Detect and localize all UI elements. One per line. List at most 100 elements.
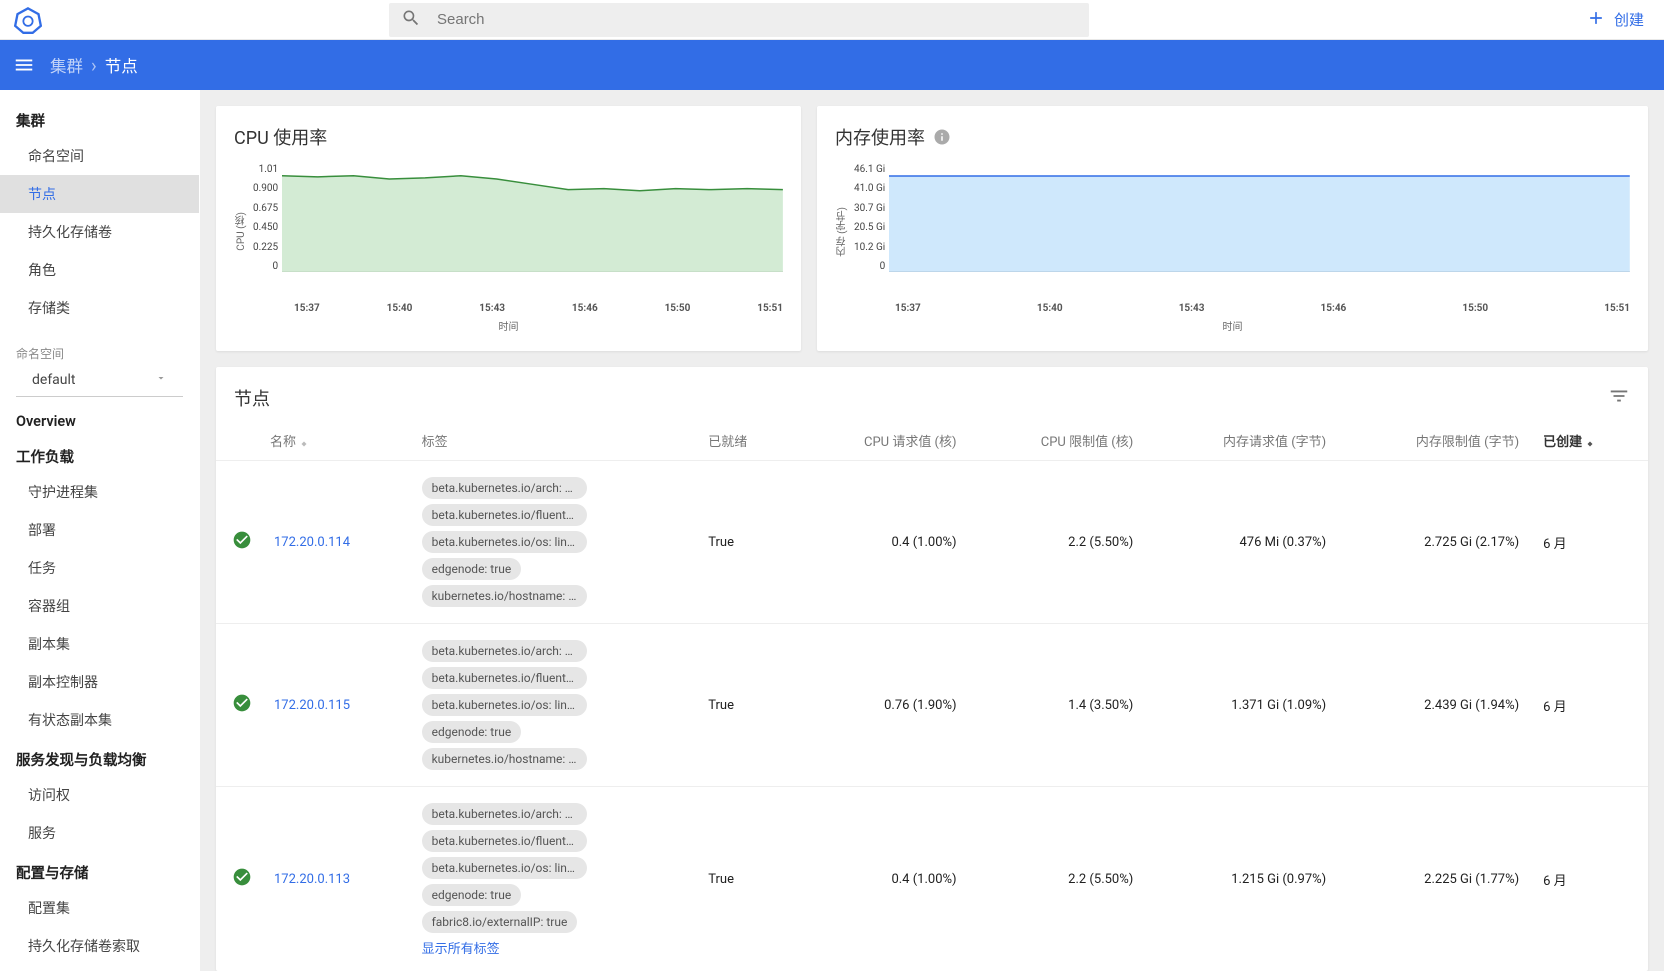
info-icon[interactable] [933,128,951,146]
table-row: 172.20.0.113 beta.kubernetes.io/arch: a..… [216,787,1648,971]
memory-y-axis-title: 内存 (字节) [835,207,850,256]
node-link[interactable]: 172.20.0.115 [274,698,350,713]
col-ready[interactable]: 已就绪 [696,421,792,461]
create-button[interactable]: 创建 [1578,2,1652,38]
sidebar-item[interactable]: 存储类 [0,289,199,327]
breadcrumb-cluster[interactable]: 集群 [50,53,83,77]
sidebar-item[interactable]: 保密字典 [0,965,199,971]
sidebar-item[interactable]: 容器组 [0,587,199,625]
col-cpu-req[interactable]: CPU 请求值 (核) [792,421,969,461]
label-chip: beta.kubernetes.io/os: linux [422,694,587,716]
sidebar-item[interactable]: 配置集 [0,889,199,927]
cpu-lim-cell: 2.2 (5.50%) [969,787,1146,971]
cpu-chart-card: CPU 使用率 CPU (核) 1.010.9000.6750.4500.225… [216,106,801,351]
mem-lim-cell: 2.439 Gi (1.94%) [1338,624,1531,787]
node-link[interactable]: 172.20.0.113 [274,872,350,887]
nodes-title: 节点 [234,385,1608,411]
search-icon [401,8,421,32]
cpu-req-cell: 0.4 (1.00%) [792,787,969,971]
ready-cell: True [696,624,792,787]
sidebar-heading-overview[interactable]: Overview [0,403,199,436]
mem-req-cell: 1.215 Gi (0.97%) [1145,787,1338,971]
label-chip: edgenode: true [422,884,522,906]
subheader: 集群 › 节点 [0,40,1664,90]
namespace-label: 命名空间 [0,327,199,364]
label-chip: beta.kubernetes.io/arch: a... [422,640,587,662]
sidebar-item[interactable]: 持久化存储卷 [0,213,199,251]
sidebar-item[interactable]: 部署 [0,511,199,549]
sidebar-item[interactable]: 副本集 [0,625,199,663]
col-mem-req[interactable]: 内存请求值 (字节) [1145,421,1338,461]
sidebar-item[interactable]: 任务 [0,549,199,587]
sort-icon [298,437,310,449]
memory-x-axis-title: 时间 [835,318,1630,333]
sidebar-item[interactable]: 有状态副本集 [0,701,199,739]
sidebar-item[interactable]: 角色 [0,251,199,289]
filter-icon[interactable] [1608,385,1630,411]
sidebar: 集群 命名空间节点持久化存储卷角色存储类 命名空间 default Overvi… [0,90,200,971]
plus-icon [1586,8,1606,32]
label-chip: edgenode: true [422,558,522,580]
label-chip: fabric8.io/externalIP: true [422,911,578,933]
cpu-chart-title: CPU 使用率 [234,124,783,150]
col-created[interactable]: 已创建 [1531,421,1648,461]
status-ok-icon [232,867,252,887]
show-all-labels-link[interactable]: 显示所有标签 [422,938,500,957]
memory-chart-title: 内存使用率 [835,124,925,150]
dropdown-icon [155,372,167,388]
node-link[interactable]: 172.20.0.114 [274,535,350,550]
cpu-lim-cell: 2.2 (5.50%) [969,461,1146,624]
col-name[interactable]: 名称 [270,421,410,461]
label-chip: beta.kubernetes.io/fluentd... [422,830,587,852]
mem-lim-cell: 2.225 Gi (1.77%) [1338,787,1531,971]
memory-chart-card: 内存使用率 内存 (字节) 46.1 Gi41.0 Gi30.7 Gi20.5 … [817,106,1648,351]
label-chip: beta.kubernetes.io/arch: a... [422,803,587,825]
sidebar-item[interactable]: 访问权 [0,776,199,814]
created-cell: 6 月 [1531,624,1648,787]
kubernetes-logo-icon[interactable] [12,4,44,36]
cpu-req-cell: 0.4 (1.00%) [792,461,969,624]
sidebar-heading-config[interactable]: 配置与存储 [0,852,199,889]
sidebar-item[interactable]: 守护进程集 [0,473,199,511]
col-cpu-lim[interactable]: CPU 限制值 (核) [969,421,1146,461]
mem-req-cell: 476 Mi (0.37%) [1145,461,1338,624]
status-ok-icon [232,693,252,713]
sidebar-item[interactable]: 副本控制器 [0,663,199,701]
topbar: 创建 [0,0,1664,40]
mem-req-cell: 1.371 Gi (1.09%) [1145,624,1338,787]
label-chip: beta.kubernetes.io/os: linux [422,531,587,553]
sidebar-item[interactable]: 命名空间 [0,137,199,175]
sort-icon [1584,437,1596,449]
search-input[interactable] [437,11,1077,28]
breadcrumb-current: 节点 [105,53,138,77]
breadcrumb: 集群 › 节点 [50,53,138,77]
memory-chart-plot [889,164,1630,272]
create-button-label: 创建 [1614,9,1644,30]
label-chip: beta.kubernetes.io/os: linux [422,857,587,879]
ready-cell: True [696,461,792,624]
menu-icon[interactable] [12,53,36,77]
col-mem-lim[interactable]: 内存限制值 (字节) [1338,421,1531,461]
col-labels[interactable]: 标签 [410,421,697,461]
namespace-value: default [32,372,155,388]
cpu-y-axis-title: CPU (核) [234,212,249,251]
sidebar-heading-workload[interactable]: 工作负载 [0,436,199,473]
sidebar-item[interactable]: 节点 [0,175,199,213]
sidebar-heading-cluster[interactable]: 集群 [0,100,199,137]
status-ok-icon [232,530,252,550]
namespace-select[interactable]: default [16,364,183,397]
chevron-right-icon: › [91,54,97,77]
nodes-card: 节点 名称 标签 已就绪 CPU 请求值 (核) CPU 限制值 (核) 内存请… [216,367,1648,971]
table-row: 172.20.0.115 beta.kubernetes.io/arch: a..… [216,624,1648,787]
label-chip: beta.kubernetes.io/arch: a... [422,477,587,499]
label-chip: kubernetes.io/hostname: 1... [422,748,587,770]
sidebar-heading-discovery[interactable]: 服务发现与负载均衡 [0,739,199,776]
label-chip: beta.kubernetes.io/fluentd... [422,667,587,689]
search-box[interactable] [389,3,1089,37]
label-chip: beta.kubernetes.io/fluentd... [422,504,587,526]
sidebar-item[interactable]: 持久化存储卷索取 [0,927,199,965]
table-row: 172.20.0.114 beta.kubernetes.io/arch: a..… [216,461,1648,624]
main-content: CPU 使用率 CPU (核) 1.010.9000.6750.4500.225… [200,90,1664,971]
sidebar-item[interactable]: 服务 [0,814,199,852]
created-cell: 6 月 [1531,787,1648,971]
